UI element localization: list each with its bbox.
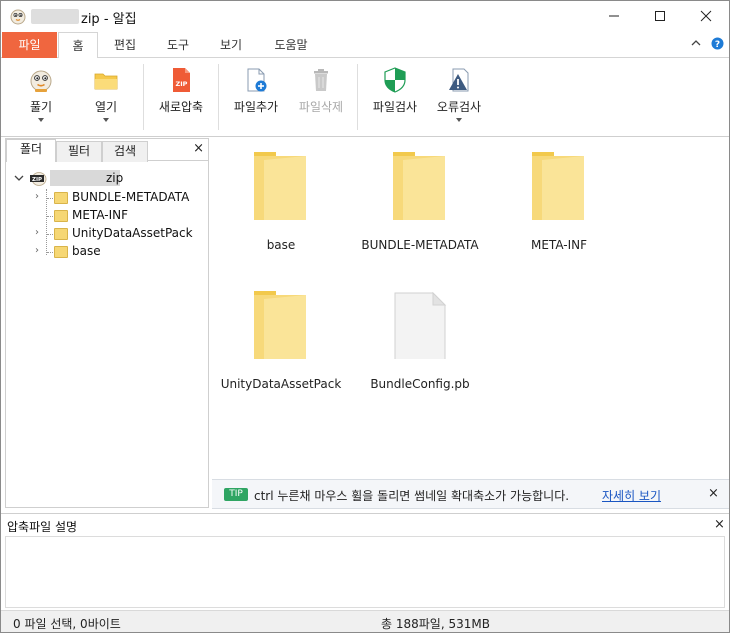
new-zip-icon: ZIP	[173, 68, 190, 92]
delete-file-button[interactable]: 파일삭제	[289, 58, 353, 136]
file-name: BundleConfig.pb	[370, 377, 470, 391]
file-name: UnityDataAssetPack	[220, 377, 342, 391]
new-zip-label: 새로압축	[158, 100, 204, 114]
document-icon	[394, 291, 447, 359]
chevron-right-icon[interactable]: ›	[35, 245, 39, 256]
status-bar: 0 파일 선택, 0바이트 총 188파일, 531MB	[1, 610, 729, 632]
ribbon-tabs: 파일 홈 편집 도구 보기 도움말 ?	[1, 32, 729, 59]
tip-more-link[interactable]: 자세히 보기	[602, 487, 661, 504]
chevron-down-icon	[456, 118, 462, 122]
folder-icon	[254, 291, 306, 359]
tree-item-unitydataassetpack[interactable]: UnityDataAssetPack	[72, 224, 193, 242]
file-name: base	[266, 238, 296, 252]
new-zip-button[interactable]: ZIP 새로압축	[149, 58, 213, 136]
maximize-button[interactable]	[637, 1, 683, 31]
tab-filter[interactable]: 필터	[56, 141, 102, 162]
folder-icon	[254, 152, 306, 220]
description-title: 압축파일 설명	[7, 520, 78, 534]
chevron-down-icon	[38, 118, 44, 122]
help-icon[interactable]: ?	[711, 37, 724, 50]
add-file-button[interactable]: 파일추가	[223, 58, 289, 136]
title-bar: zip - 알집	[1, 1, 729, 32]
tab-file[interactable]: 파일	[2, 32, 57, 58]
svg-text:ZIP: ZIP	[32, 177, 42, 183]
open-button[interactable]: 열기	[76, 58, 136, 136]
folder-icon	[54, 210, 68, 222]
folder-panel: 폴더 필터 검색 × ZIP zip › BUNDLE-METADATA MET…	[5, 138, 209, 508]
svg-text:ZIP: ZIP	[176, 80, 188, 88]
folder-icon	[393, 152, 445, 220]
chevron-right-icon[interactable]: ›	[35, 191, 39, 202]
toolbar-separator	[218, 64, 219, 130]
svg-text:?: ?	[715, 40, 720, 50]
extract-icon	[30, 70, 52, 92]
folder-icon	[532, 152, 584, 220]
chevron-down-icon	[103, 118, 109, 122]
add-file-label: 파일추가	[233, 100, 279, 114]
total-status: 총 188파일, 531MB	[381, 617, 490, 631]
collapse-ribbon-icon[interactable]	[690, 37, 702, 49]
description-textarea[interactable]	[5, 536, 725, 608]
alzip-logo-icon	[10, 9, 26, 25]
tree-connector	[47, 252, 53, 253]
selection-status: 0 파일 선택, 0바이트	[13, 617, 121, 631]
title-redacted	[31, 9, 79, 24]
add-file-icon	[247, 68, 267, 92]
tip-badge: TIP	[224, 488, 248, 501]
maximize-icon	[655, 11, 665, 21]
warning-icon	[449, 68, 469, 92]
tip-bar: TIP ctrl 누른채 마우스 휠을 돌리면 썸네일 확대축소가 가능합니다.…	[212, 479, 729, 509]
delete-file-label: 파일삭제	[298, 100, 344, 114]
close-window-button[interactable]	[683, 1, 729, 31]
tab-view[interactable]: 보기	[211, 32, 251, 58]
tab-edit[interactable]: 편집	[105, 32, 145, 58]
tree-item-base[interactable]: base	[72, 242, 101, 260]
window-title: zip - 알집	[81, 12, 137, 27]
open-label: 열기	[94, 100, 118, 114]
file-name: BUNDLE-METADATA	[361, 238, 479, 252]
tree-item-bundle-metadata[interactable]: BUNDLE-METADATA	[72, 188, 189, 206]
trash-icon	[314, 69, 328, 91]
extract-button[interactable]: 풀기	[11, 58, 71, 136]
tree-connector	[47, 234, 53, 235]
tree-root-label[interactable]: zip	[106, 169, 123, 187]
app-window: zip - 알집 파일 홈 편집 도구 보기 도움말 ? 풀기 열기 ZIP 새…	[0, 0, 730, 633]
panel-tabs: 폴더 필터 검색 ×	[6, 139, 208, 162]
tab-tools[interactable]: 도구	[158, 32, 198, 58]
minimize-icon	[609, 15, 619, 17]
folder-icon	[54, 228, 68, 240]
file-name: META-INF	[530, 238, 588, 252]
tip-text: ctrl 누른채 마우스 휠을 돌리면 썸네일 확대축소가 가능합니다.	[254, 489, 570, 503]
toolbar-separator	[143, 64, 144, 130]
tree-item-meta-inf[interactable]: META-INF	[72, 206, 128, 224]
scan-file-label: 파일검사	[372, 100, 418, 114]
scan-file-button[interactable]: 파일검사	[363, 58, 427, 136]
error-check-button[interactable]: 오류검사	[427, 58, 491, 136]
close-tip-button[interactable]: ×	[708, 486, 719, 501]
tab-help[interactable]: 도움말	[263, 32, 319, 58]
tab-folder[interactable]: 폴더	[6, 139, 56, 162]
close-icon	[700, 10, 712, 22]
extract-label: 풀기	[29, 100, 53, 114]
chevron-down-icon[interactable]	[14, 174, 24, 182]
tab-home[interactable]: 홈	[58, 32, 98, 59]
tab-search[interactable]: 검색	[102, 141, 148, 162]
zip-archive-icon: ZIP	[30, 172, 47, 186]
minimize-button[interactable]	[591, 1, 637, 31]
tree-connector	[47, 198, 53, 199]
toolbar-separator	[357, 64, 358, 130]
close-description-button[interactable]: ×	[714, 517, 725, 532]
close-panel-button[interactable]: ×	[193, 141, 204, 156]
chevron-right-icon[interactable]: ›	[35, 227, 39, 238]
folder-icon	[54, 192, 68, 204]
tree-connector	[47, 216, 53, 217]
error-check-label: 오류검사	[436, 100, 482, 114]
open-folder-icon	[94, 73, 118, 90]
shield-icon	[384, 67, 406, 93]
folder-icon	[54, 246, 68, 258]
file-list-view: base BUNDLE-METADATA META-INF UnityDataA…	[212, 138, 729, 478]
ribbon-toolbar: 풀기 열기 ZIP 새로압축 파일추가 파일삭제 파일검사 오류검사	[1, 58, 729, 137]
archive-description-panel: 압축파일 설명 ×	[1, 513, 729, 609]
